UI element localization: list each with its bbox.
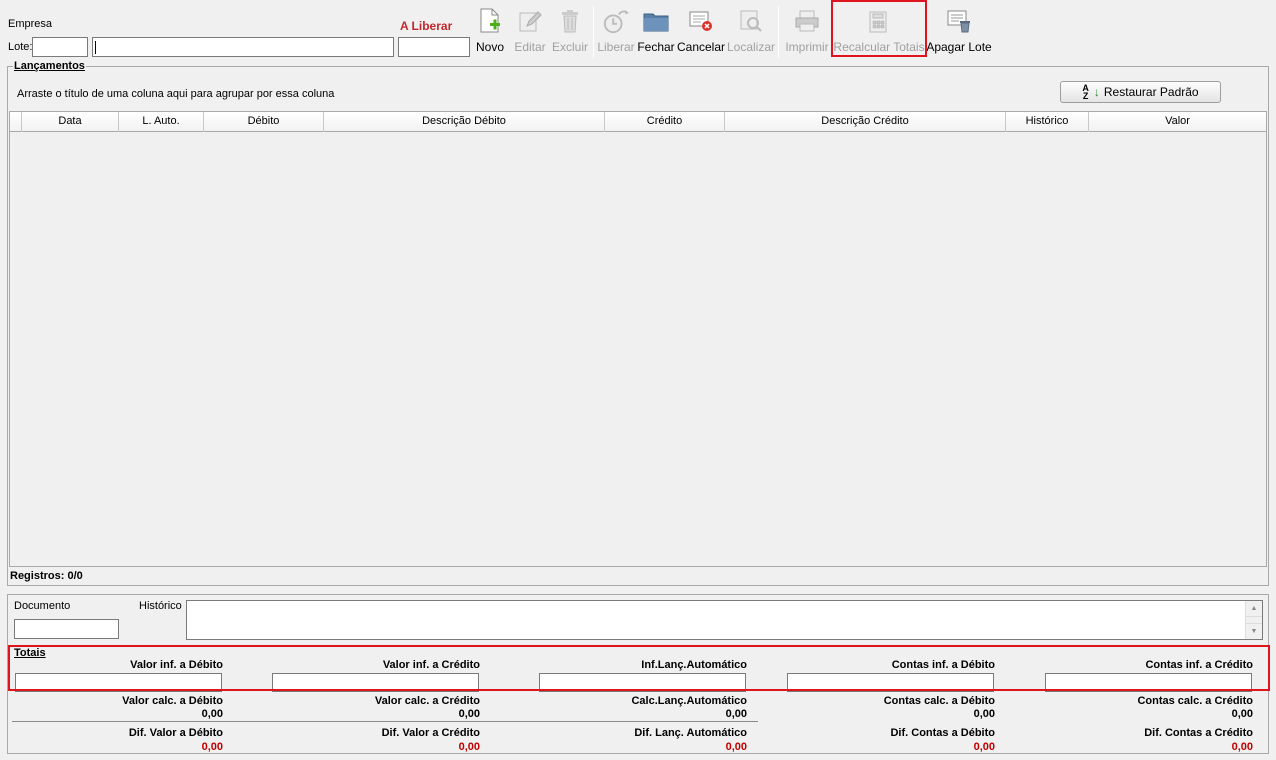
lote-label: Lote:: [8, 41, 33, 53]
liberar-button[interactable]: Liberar: [597, 6, 635, 58]
excluir-label: Excluir: [552, 40, 589, 54]
column-header-historico[interactable]: Histórico: [1006, 112, 1089, 132]
imprimir-button[interactable]: Imprimir: [783, 6, 831, 58]
cancelar-label: Cancelar: [676, 40, 726, 54]
folder-icon: [642, 6, 670, 36]
apagar-lote-label: Apagar Lote: [926, 40, 992, 54]
lancamentos-title: Lançamentos: [13, 60, 86, 72]
calc-value-valor-debito: 0,00: [201, 708, 223, 720]
column-header-data[interactable]: Data: [22, 112, 119, 132]
records-count: Registros: 0/0: [10, 570, 83, 582]
imprimir-label: Imprimir: [785, 40, 829, 54]
dif-label-contas-credito: Dif. Contas a Crédito: [1144, 727, 1253, 739]
new-document-icon: [476, 6, 504, 36]
historico-textarea[interactable]: ▲ ▼: [186, 600, 1263, 640]
editar-label: Editar: [514, 40, 546, 54]
highlight-recalcular: [831, 0, 927, 57]
grid-indicator-column: [10, 112, 22, 132]
sort-arrow-icon: ↓: [1093, 85, 1100, 99]
column-header-descricao-debito[interactable]: Descrição Débito: [324, 112, 605, 132]
cancel-document-icon: [687, 6, 715, 36]
calc-value-contas-credito: 0,00: [1231, 708, 1253, 720]
editar-button[interactable]: Editar: [512, 6, 548, 58]
toolbar-separator: [778, 6, 779, 58]
delete-batch-icon: [945, 6, 973, 36]
dif-label-lanc-automatico: Dif. Lanç. Automático: [634, 727, 747, 739]
dif-label-contas-debito: Dif. Contas a Débito: [890, 727, 995, 739]
grid-header: Data L. Auto. Débito Descrição Débito Cr…: [10, 112, 1266, 132]
printer-icon: [793, 6, 821, 36]
fechar-button[interactable]: Fechar: [637, 6, 675, 58]
lancamentos-grid[interactable]: Data L. Auto. Débito Descrição Débito Cr…: [9, 111, 1267, 567]
column-header-l-auto[interactable]: L. Auto.: [119, 112, 204, 132]
status-label: A Liberar: [400, 19, 453, 33]
calc-label-valor-credito: Valor calc. a Crédito: [374, 695, 480, 707]
sort-az-icon: AZ: [1082, 83, 1089, 101]
dif-value-contas-credito: 0,00: [1231, 741, 1253, 753]
scroll-down-icon[interactable]: ▼: [1246, 623, 1262, 639]
column-header-valor[interactable]: Valor: [1089, 112, 1266, 132]
dif-value-valor-debito: 0,00: [201, 741, 223, 753]
restaurar-padrao-label: Restaurar Padrão: [1103, 85, 1199, 99]
totais-divider: [12, 721, 758, 722]
trash-icon: [556, 6, 584, 36]
restaurar-padrao-button[interactable]: AZ ↓ Restaurar Padrão: [1060, 81, 1221, 103]
calc-value-lanc-automatico: 0,00: [725, 708, 747, 720]
calc-value-contas-debito: 0,00: [973, 708, 995, 720]
historico-scrollbar[interactable]: ▲ ▼: [1245, 601, 1262, 639]
documento-input[interactable]: [14, 619, 119, 639]
highlight-totais-informados: [8, 645, 1270, 691]
lote-number-input[interactable]: [32, 37, 88, 57]
calc-label-contas-debito: Contas calc. a Débito: [883, 695, 995, 707]
toolbar-separator: [593, 6, 594, 58]
calc-label-lanc-automatico: Calc.Lanç.Automático: [631, 695, 747, 707]
column-header-debito[interactable]: Débito: [204, 112, 324, 132]
column-header-descricao-credito[interactable]: Descrição Crédito: [725, 112, 1006, 132]
novo-label: Novo: [475, 40, 504, 54]
historico-label: Histórico: [139, 600, 182, 612]
localizar-button[interactable]: Localizar: [727, 6, 775, 58]
scroll-up-icon[interactable]: ▲: [1246, 601, 1262, 617]
dif-value-valor-credito: 0,00: [458, 741, 480, 753]
dif-label-valor-debito: Dif. Valor a Débito: [128, 727, 223, 739]
localizar-label: Localizar: [726, 40, 776, 54]
clock-release-icon: [602, 6, 630, 36]
cancelar-button[interactable]: Cancelar: [677, 6, 725, 58]
dif-label-valor-credito: Dif. Valor a Crédito: [381, 727, 480, 739]
calc-label-contas-credito: Contas calc. a Crédito: [1137, 695, 1253, 707]
search-document-icon: [737, 6, 765, 36]
apagar-lote-button[interactable]: Apagar Lote: [926, 6, 992, 58]
group-by-hint: Arraste o título de uma coluna aqui para…: [17, 88, 335, 100]
novo-button[interactable]: Novo: [474, 6, 506, 58]
dif-value-contas-debito: 0,00: [973, 741, 995, 753]
liberar-label: Liberar: [597, 40, 635, 54]
calc-value-valor-credito: 0,00: [458, 708, 480, 720]
documento-label: Documento: [14, 600, 71, 612]
status-input[interactable]: [398, 37, 470, 57]
dif-value-lanc-automatico: 0,00: [725, 741, 747, 753]
fechar-label: Fechar: [637, 40, 675, 54]
excluir-button[interactable]: Excluir: [552, 6, 588, 58]
column-header-credito[interactable]: Crédito: [605, 112, 725, 132]
empresa-label: Empresa: [8, 18, 53, 30]
lote-description-input[interactable]: [92, 37, 394, 57]
calc-label-valor-debito: Valor calc. a Débito: [122, 695, 223, 707]
edit-icon: [516, 6, 544, 36]
